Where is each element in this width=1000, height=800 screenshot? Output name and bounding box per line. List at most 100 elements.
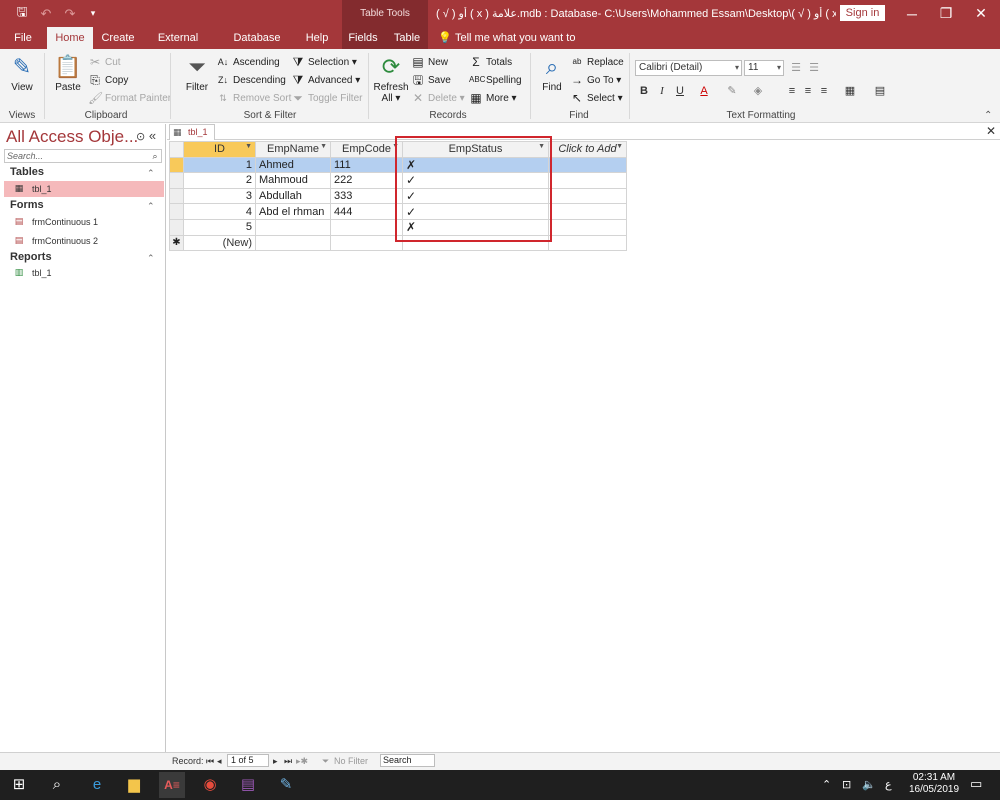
- descending-button[interactable]: Z↓ Descending: [216, 73, 286, 87]
- previous-record-icon[interactable]: ◂: [217, 755, 222, 767]
- winrar-icon[interactable]: ▤: [235, 772, 261, 798]
- customize-quick-access-icon[interactable]: ▾: [86, 0, 100, 27]
- cell-empty[interactable]: [548, 187, 627, 205]
- goto-button[interactable]: → Go To ▾: [570, 73, 621, 87]
- ascending-button[interactable]: A↓ Ascending: [216, 55, 280, 69]
- tell-me-box[interactable]: Tell me what you want to do: [455, 27, 585, 66]
- minimize-button[interactable]: ─: [895, 0, 929, 27]
- cell-empname[interactable]: Ahmed: [255, 156, 331, 174]
- new-blank-record-icon[interactable]: ▸✱: [296, 755, 308, 767]
- chevron-down-icon[interactable]: ▼: [245, 143, 252, 150]
- first-record-icon[interactable]: ⏮: [206, 755, 214, 767]
- record-selector[interactable]: [169, 203, 184, 220]
- save-icon[interactable]: 🖫: [12, 0, 32, 27]
- collapse-ribbon-icon[interactable]: ⌃: [984, 110, 992, 121]
- edge-icon[interactable]: e: [84, 772, 110, 798]
- tab-external-data[interactable]: External Data: [145, 27, 211, 66]
- cell-empty[interactable]: [255, 234, 331, 252]
- remove-sort-button[interactable]: ⇅ Remove Sort: [216, 91, 291, 105]
- tab-home[interactable]: Home: [47, 27, 93, 49]
- cell-id[interactable]: 1: [183, 156, 256, 174]
- cell-empty[interactable]: [330, 234, 403, 252]
- cut-button[interactable]: ✂ Cut: [88, 55, 121, 69]
- cell-empcode[interactable]: 222: [330, 172, 403, 189]
- nav-section-reports[interactable]: Reports: [10, 251, 52, 263]
- notification-icon[interactable]: ▭: [970, 776, 982, 792]
- cell-empcode[interactable]: [330, 218, 403, 236]
- collapse-icon[interactable]: ⌃: [147, 168, 155, 179]
- toggle-filter-button[interactable]: ⏷ Toggle Filter: [291, 91, 362, 105]
- save-record-button[interactable]: 🖫 Save: [411, 73, 451, 87]
- nav-item-report-tbl-1[interactable]: ▥ tbl_1: [4, 265, 164, 281]
- fill-color-icon[interactable]: ◈: [750, 83, 766, 99]
- align-left-text-icon[interactable]: ≡: [784, 83, 800, 99]
- nav-section-tables[interactable]: Tables: [10, 166, 44, 178]
- nav-item-frmcontinuous-1[interactable]: ▤ frmContinuous 1: [4, 214, 164, 230]
- column-header-id[interactable]: ID ▼: [183, 141, 256, 158]
- search-icon[interactable]: ⌕: [44, 772, 70, 798]
- column-header-click-to-add[interactable]: Click to Add ▼: [548, 141, 627, 158]
- cell-empty[interactable]: [548, 172, 627, 189]
- no-filter-indicator[interactable]: No Filter: [334, 755, 368, 767]
- select-all-corner[interactable]: [169, 141, 184, 158]
- nav-pane-title[interactable]: All Access Obje...: [6, 127, 138, 147]
- input-language[interactable]: ع: [885, 778, 892, 791]
- tab-help[interactable]: Help: [302, 27, 332, 49]
- underline-icon[interactable]: U: [672, 83, 688, 99]
- replace-button[interactable]: ab Replace: [570, 55, 624, 69]
- font-color-icon[interactable]: A: [696, 83, 712, 99]
- tab-file[interactable]: File: [8, 27, 38, 49]
- paint-icon[interactable]: ✎: [273, 772, 299, 798]
- next-record-icon[interactable]: ▸: [273, 755, 278, 767]
- font-name-select[interactable]: Calibri (Detail) ▾: [635, 60, 742, 76]
- nav-menu-icon[interactable]: ⊙: [136, 131, 145, 143]
- gridlines-icon[interactable]: ▦: [842, 83, 858, 99]
- cell-empty[interactable]: [548, 218, 627, 236]
- cell-empname[interactable]: Mahmoud: [255, 172, 331, 189]
- column-header-empcode[interactable]: EmpCode ▼: [330, 141, 403, 158]
- tab-table[interactable]: Table: [390, 27, 424, 49]
- align-center-icon[interactable]: ≡: [800, 83, 816, 99]
- record-position-input[interactable]: 1 of 5: [227, 754, 269, 767]
- nav-item-frmcontinuous-2[interactable]: ▤ frmContinuous 2: [4, 233, 164, 249]
- more-button[interactable]: ▦ More ▾: [469, 91, 516, 105]
- chevron-down-icon[interactable]: ▼: [320, 143, 327, 150]
- highlight-icon[interactable]: ✎: [724, 83, 740, 99]
- cell-empty[interactable]: [548, 234, 627, 252]
- system-clock[interactable]: 02:31 AM 16/05/2019: [900, 772, 968, 796]
- align-justify-icon[interactable]: ☰: [806, 60, 822, 76]
- alternate-row-color-icon[interactable]: ▤: [872, 83, 888, 99]
- cell-id[interactable]: 3: [183, 187, 256, 205]
- cell-empcode[interactable]: 111: [330, 156, 403, 174]
- record-selector[interactable]: [169, 172, 184, 189]
- copy-button[interactable]: ⎘ Copy: [88, 73, 128, 87]
- cell-id[interactable]: 5: [183, 218, 256, 236]
- network-icon[interactable]: ⊡: [842, 778, 851, 791]
- select-button[interactable]: ↖ Select ▾: [570, 91, 623, 105]
- undo-icon[interactable]: ↶: [36, 0, 56, 27]
- collapse-icon[interactable]: ⌃: [147, 253, 155, 264]
- record-search-input[interactable]: Search: [380, 754, 435, 767]
- redo-icon[interactable]: ↷: [60, 0, 80, 27]
- close-button[interactable]: ✕: [964, 0, 998, 27]
- cell-empty[interactable]: [548, 156, 627, 174]
- cell-id[interactable]: 2: [183, 172, 256, 189]
- cell-empcode[interactable]: 444: [330, 203, 403, 220]
- nav-section-forms[interactable]: Forms: [10, 199, 44, 211]
- record-selector[interactable]: [169, 156, 184, 174]
- format-painter-button[interactable]: 🖌 Format Painter: [88, 91, 171, 105]
- windows-start-icon[interactable]: ⊞: [6, 772, 32, 798]
- paste-button[interactable]: 📋 Paste: [52, 54, 84, 93]
- file-explorer-icon[interactable]: ▆: [121, 772, 147, 798]
- cell-id[interactable]: 4: [183, 203, 256, 220]
- delete-record-button[interactable]: ✕ Delete ▾: [411, 91, 465, 105]
- chrome-icon[interactable]: ◉: [197, 772, 223, 798]
- new-record-button[interactable]: ▤ New: [411, 55, 448, 69]
- cell-empname[interactable]: Abd el rhman: [255, 203, 331, 220]
- refresh-all-button[interactable]: ⟳ Refresh All ▾: [373, 54, 409, 104]
- cell-new[interactable]: (New): [183, 234, 256, 252]
- record-selector[interactable]: [169, 187, 184, 205]
- selection-button[interactable]: ⧩ Selection ▾: [291, 55, 357, 69]
- nav-item-tbl-1[interactable]: ▦ tbl_1: [4, 181, 164, 197]
- new-record-selector[interactable]: ✱: [169, 234, 184, 252]
